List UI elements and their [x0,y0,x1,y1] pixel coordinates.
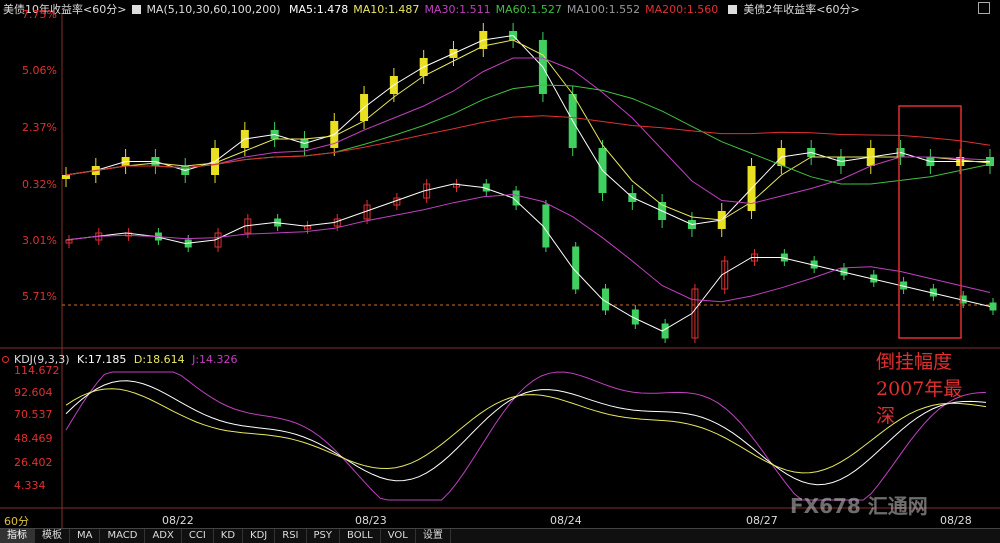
ma-icon [131,5,141,14]
overlay-candle-body [989,302,997,311]
ma10-line [65,39,991,221]
overlay-icon [727,5,737,14]
ma-value-4: MA100:1.552 [566,3,641,16]
overlay-candle-body [542,204,550,248]
indicator-tab[interactable]: MA [70,529,101,543]
kdj-tick-label: 4.334 [14,479,46,492]
ma5-line [65,34,990,226]
indicator-tab[interactable]: BOLL [340,529,381,543]
ma200-line [65,115,991,176]
chart-header: 美债10年收益率<60分> MA(5,10,30,60,100,200) MA5… [3,1,860,17]
time-tick-label: 08/23 [355,514,387,527]
chart-window: 美债10年收益率<60分> MA(5,10,30,60,100,200) MA5… [0,0,1000,543]
kdj-tick-label: 26.402 [14,456,53,469]
kdj-d-line [65,388,987,474]
candle-body [62,175,70,179]
overlay-ma5-line [65,183,991,332]
time-tick-label: 08/28 [940,514,972,527]
time-tick-label: 08/27 [746,514,778,527]
price-tick-label: 7.75% [22,8,57,21]
kdj-d: D:18.614 [133,353,185,366]
kdj-k: K:17.185 [77,353,127,366]
annotation-line-3: 深 [876,405,896,427]
inversion-annotation: 倒挂幅度 2007年最 深 [876,349,986,430]
overlay-ma30-line [65,193,991,303]
ma-value-1: MA10:1.487 [353,3,420,16]
kdj-tick-label: 114.672 [14,364,60,377]
kdj-k-line [65,380,987,486]
kdj-tick-label: 48.469 [14,432,53,445]
price-tick-label: 5.71% [22,290,57,303]
overlay-candle-body [572,246,580,290]
time-tick-label: 08/24 [550,514,582,527]
annotation-line-1: 倒挂幅度 [876,351,953,373]
ma-label: MA(5,10,30,60,100,200) [146,3,281,16]
annotation-line-2: 2007年最 [876,378,963,400]
annotation-box [898,105,962,339]
ma-value-2: MA30:1.511 [424,3,491,16]
indicator-tab[interactable]: ADX [145,529,182,543]
ma30-line [65,57,991,205]
price-tick-label: 3.01% [22,234,57,247]
price-tick-label: 2.37% [22,121,57,134]
window-toggle-icon[interactable] [978,2,990,14]
indicator-tab[interactable]: 模板 [35,529,70,543]
indicator-tab[interactable]: KD [214,529,244,543]
kdj-marker-icon [2,356,9,363]
timeframe-selector[interactable]: 60分 [4,513,29,529]
indicator-tab[interactable]: MACD [100,529,146,543]
indicator-tab[interactable]: VOL [381,529,416,543]
ma-value-5: MA200:1.560 [645,3,719,16]
indicator-tab[interactable]: RSI [275,529,307,543]
price-chart[interactable] [0,0,1000,542]
kdj-j: J:14.326 [192,353,238,366]
kdj-tick-label: 92.604 [14,386,53,399]
indicator-tab[interactable]: CCI [182,529,214,543]
indicator-tab[interactable]: KDJ [243,529,276,543]
ma-value-3: MA60:1.527 [495,3,562,16]
indicator-tab[interactable]: PSY [307,529,341,543]
time-tick-label: 08/22 [162,514,194,527]
price-tick-label: 5.06% [22,64,57,77]
indicator-tab[interactable]: 指标 [0,529,35,543]
price-tick-label: 0.32% [22,178,57,191]
overlay-title: 美债2年收益率<60分> [743,3,860,16]
kdj-j-line [65,371,987,501]
ma-value-0: MA5:1.478 [289,3,349,16]
watermark: FX678 汇通网 [790,494,928,518]
kdj-tick-label: 70.537 [14,408,53,421]
indicator-tab[interactable]: 设置 [416,529,451,543]
indicator-tab-bar: 指标 模板 MA MACD ADX CCI KD KDJ RSI PSY BOLL VOL 设置 [0,528,1000,543]
ma-values: MA5:1.478 MA10:1.487 MA30:1.511 MA60:1.527 M… [284,3,718,16]
